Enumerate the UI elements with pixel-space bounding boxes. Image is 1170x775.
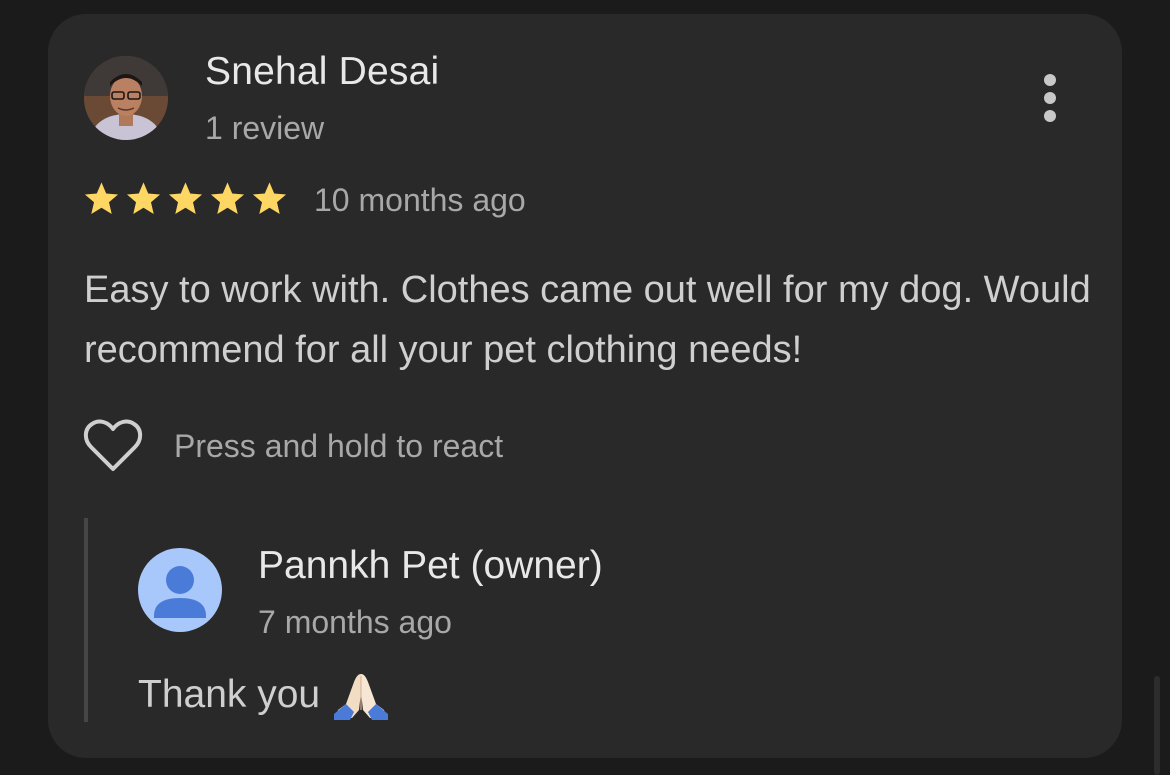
reply-divider: [84, 518, 88, 722]
more-vert-icon: [1044, 74, 1056, 86]
reply-text-row: Thank you: [138, 670, 390, 720]
review-time: 10 months ago: [314, 182, 526, 218]
reply-text: Thank you: [138, 673, 321, 716]
reply-time: 7 months ago: [258, 604, 452, 640]
react-button[interactable]: Press and hold to react: [82, 418, 642, 478]
react-label: Press and hold to react: [174, 428, 504, 464]
review-text: Easy to work with. Clothes came out well…: [84, 269, 1091, 371]
more-vert-icon-dot: [1044, 110, 1056, 122]
reviewer-photo: [84, 56, 168, 140]
scrollbar[interactable]: [1154, 676, 1160, 775]
review-count: 1 review: [205, 110, 325, 146]
review-card: Snehal Desai 1 review 10 months ago Easy…: [48, 14, 1122, 758]
person-icon: [154, 566, 206, 618]
reviewer-avatar[interactable]: [84, 56, 168, 140]
star-icon: [252, 182, 287, 214]
star-icon: [84, 182, 119, 214]
owner-name[interactable]: Pannkh Pet (owner): [258, 544, 603, 588]
owner-reply: Pannkh Pet (owner) 7 months ago Thank yo…: [84, 518, 1084, 722]
heart-outline-icon: [83, 419, 143, 471]
more-vert-icon-dot: [1044, 92, 1056, 104]
owner-avatar[interactable]: [138, 548, 222, 632]
more-options-button[interactable]: [1036, 70, 1064, 126]
folded-hands-icon: [334, 674, 389, 720]
star-icon: [168, 182, 203, 214]
star-icon: [126, 182, 161, 214]
star-icon: [210, 182, 245, 214]
reviewer-name[interactable]: Snehal Desai: [205, 50, 439, 94]
star-rating: [82, 179, 289, 221]
